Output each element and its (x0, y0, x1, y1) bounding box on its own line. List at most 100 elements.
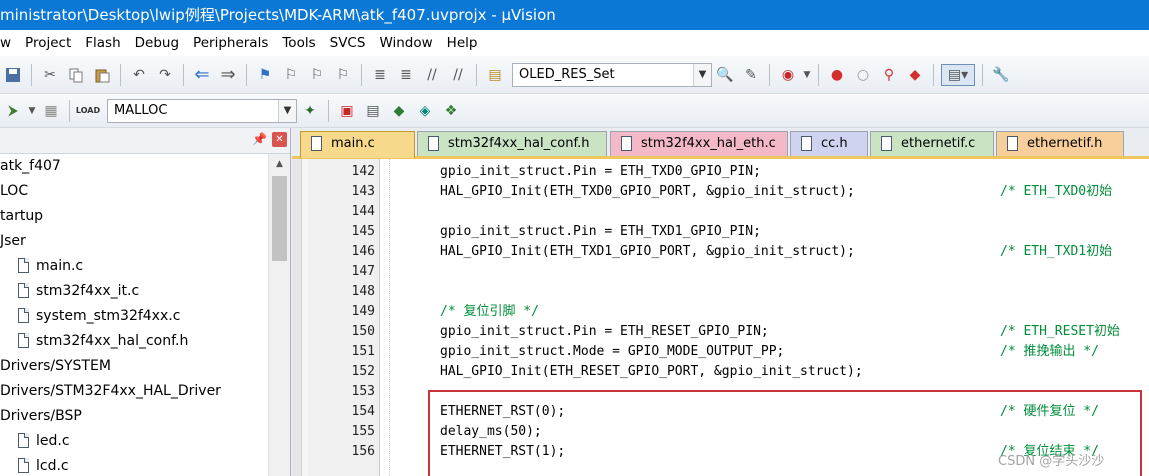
watermark: CSDN @学头沙沙 (998, 454, 1105, 469)
toolbar-separator (328, 99, 329, 122)
menu-tools[interactable]: Tools (275, 30, 322, 56)
code-editor[interactable]: 142 143 144 145 146 147 148 149 150 151 152 153 154 1… (292, 159, 1149, 476)
nav-forward-icon[interactable]: ⇒ (217, 64, 239, 86)
tree-group-item[interactable]: tartup (0, 204, 268, 229)
tree-file-item[interactable]: led.c (0, 429, 268, 454)
tree-group-item[interactable]: Jser (0, 229, 268, 254)
menu-debug[interactable]: Debug (128, 30, 186, 56)
tree-group-item[interactable]: Drivers/BSP (0, 404, 268, 429)
tree-group-item[interactable]: Drivers/SYSTEM (0, 354, 268, 379)
indent-icon[interactable]: ≣ (369, 64, 391, 86)
scroll-up-icon[interactable]: ▲ (269, 154, 290, 174)
toolbar-separator (818, 63, 819, 86)
target-options-icon[interactable]: ✦ (299, 100, 321, 122)
flash-erase-icon[interactable]: ▦ (40, 100, 62, 122)
tree-file-item[interactable]: main.c (0, 254, 268, 279)
close-icon[interactable]: ✕ (272, 132, 287, 147)
tab-file-1[interactable]: stm32f4xx_hal_conf.h (417, 131, 607, 156)
copy-icon[interactable] (65, 64, 87, 86)
undo-icon[interactable]: ↶ (128, 64, 150, 86)
save-icon[interactable] (2, 64, 24, 86)
download-icon[interactable]: ⮞ (2, 100, 24, 122)
run-time-env-icon[interactable]: ❖ (440, 100, 462, 122)
code-line[interactable]: gpio_init_struct.Mode = GPIO_MODE_OUTPUT… (440, 342, 784, 362)
code-line[interactable]: HAL_GPIO_Init(ETH_RESET_GPIO_PORT, &gpio… (440, 362, 863, 382)
bookmark-icon[interactable]: ⚑ (254, 64, 276, 86)
file-icon (311, 136, 322, 151)
file-icon (801, 136, 812, 151)
chevron-down-icon[interactable]: ▼ (803, 64, 811, 86)
tree-group-item[interactable]: Drivers/STM32F4xx_HAL_Driver (0, 379, 268, 404)
menu-bar: w Project Flash Debug Peripherals Tools … (0, 30, 1149, 56)
debug-session-icon[interactable]: ◉ (777, 64, 799, 86)
tab-file-3[interactable]: cc.h (790, 131, 868, 156)
cut-icon[interactable]: ✂ (39, 64, 61, 86)
find-combo[interactable]: OLED_RES_Set ▼ (512, 62, 712, 87)
breakpoint-icon[interactable]: ● (826, 64, 848, 86)
bookmark-next-icon[interactable]: ⚐ (306, 64, 328, 86)
project-scrollbar[interactable]: ▲ (268, 154, 290, 476)
file-icon (881, 136, 892, 151)
menu-view[interactable]: w (0, 30, 18, 56)
menu-flash[interactable]: Flash (78, 30, 127, 56)
breakpoint-disable-icon[interactable]: ○ (852, 64, 874, 86)
file-toolbar: ✂ ↶ ↷ ⇐ ⇒ ⚑ ⚐ ⚐ ⚐ ≣ ≣ // // ▤ OLED_RES_S… (0, 56, 1149, 94)
tree-item-label: Drivers/BSP (0, 408, 82, 424)
bookmark-prev-icon[interactable]: ⚐ (280, 64, 302, 86)
uncomment-icon[interactable]: // (447, 64, 469, 86)
menu-project[interactable]: Project (18, 30, 78, 56)
bookmark-clear-icon[interactable]: ⚐ (332, 64, 354, 86)
line-number: 145 (351, 224, 375, 239)
select-packs-icon[interactable]: ◆ (388, 100, 410, 122)
manage-project-icon[interactable]: ▣ (336, 100, 358, 122)
menu-peripherals[interactable]: Peripherals (186, 30, 275, 56)
code-line[interactable]: gpio_init_struct.Pin = ETH_RESET_GPIO_PI… (440, 322, 769, 342)
pin-icon[interactable]: 📌 (252, 132, 267, 146)
tab-file-5[interactable]: ethernetif.h (996, 131, 1124, 156)
tab-file-4[interactable]: ethernetif.c (870, 131, 994, 156)
find-icon[interactable]: 🔍 (714, 64, 736, 86)
code-line[interactable]: HAL_GPIO_Init(ETH_TXD1_GPIO_PORT, &gpio_… (440, 242, 855, 262)
incremental-find-icon[interactable]: ✎ (740, 64, 762, 86)
code-comment: /* ETH_TXD1初始 (1000, 244, 1113, 259)
unindent-icon[interactable]: ≣ (395, 64, 417, 86)
tree-group-item[interactable]: LOC (0, 179, 268, 204)
nav-back-icon[interactable]: ⇐ (191, 64, 213, 86)
tab-file-2[interactable]: stm32f4xx_hal_eth.c (610, 131, 788, 156)
batch-setup-icon[interactable]: ▤ (362, 100, 384, 122)
redo-icon[interactable]: ↷ (154, 64, 176, 86)
build-target-combo[interactable]: MALLOC ▼ (107, 98, 297, 123)
configure-icon[interactable]: 🔧 (990, 64, 1012, 86)
menu-svcs[interactable]: SVCS (323, 30, 373, 56)
tree-item-label: atk_f407 (0, 158, 61, 174)
load-icon[interactable]: LOAD (76, 100, 100, 122)
tab-main-c[interactable]: main.c (300, 131, 415, 158)
breakpoint-kill-icon[interactable]: ⚲ (878, 64, 900, 86)
tree-file-item[interactable]: stm32f4xx_it.c (0, 279, 268, 304)
file-icon (428, 136, 439, 151)
chevron-down-icon[interactable]: ▼ (693, 63, 711, 86)
code-line[interactable]: gpio_init_struct.Pin = ETH_TXD1_GPIO_PIN… (440, 222, 761, 242)
scrollbar-thumb[interactable] (272, 176, 287, 261)
editor-gutter (292, 159, 302, 476)
menu-help[interactable]: Help (440, 30, 485, 56)
code-line[interactable]: HAL_GPIO_Init(ETH_TXD0_GPIO_PORT, &gpio_… (440, 182, 855, 202)
tree-file-item[interactable]: stm32f4xx_hal_conf.h (0, 329, 268, 354)
code-line[interactable]: gpio_init_struct.Pin = ETH_TXD0_GPIO_PIN… (440, 162, 761, 182)
menu-window[interactable]: Window (372, 30, 439, 56)
chevron-down-icon[interactable]: ▼ (278, 99, 296, 122)
line-number: 152 (351, 364, 375, 379)
toolbar-separator (769, 63, 770, 86)
find-in-files-icon[interactable]: ▤ (484, 64, 506, 86)
tree-file-item[interactable]: system_stm32f4xx.c (0, 304, 268, 329)
toolbar-separator (31, 63, 32, 86)
breakpoint-clear-icon[interactable]: ◆ (904, 64, 926, 86)
window-layout-icon[interactable]: ▤▾ (941, 63, 975, 86)
tree-file-item[interactable]: lcd.c (0, 454, 268, 476)
pack-installer-icon[interactable]: ◈ (414, 100, 436, 122)
paste-icon[interactable] (91, 64, 113, 86)
chevron-down-icon[interactable]: ▼ (28, 100, 36, 122)
line-number: 153 (351, 384, 375, 399)
tree-group-item[interactable]: atk_f407 (0, 154, 268, 179)
comment-icon[interactable]: // (421, 64, 443, 86)
